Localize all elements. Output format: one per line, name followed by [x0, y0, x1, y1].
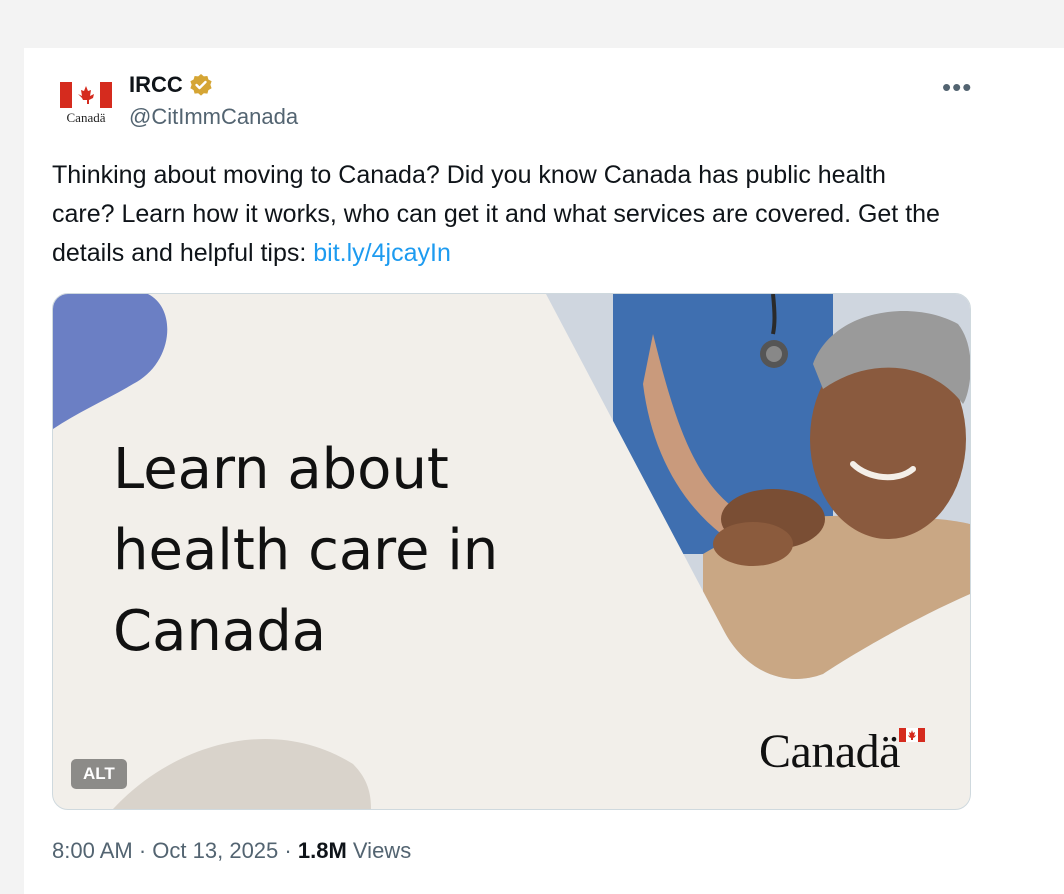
tweet-time[interactable]: 8:00 AM [52, 838, 133, 863]
tweet-card[interactable]: Canadä IRCC @CitImmCanada ••• Thinking a… [24, 48, 1064, 894]
accent-shape [53, 294, 168, 429]
avatar-caption: Canadä [66, 110, 106, 125]
canada-wordmark: Canadä [759, 725, 900, 778]
headline-line-3: Canada [113, 599, 327, 664]
account-name[interactable]: IRCC [129, 72, 183, 98]
account-handle[interactable]: @CitImmCanada [129, 104, 298, 130]
meta-separator: · [284, 838, 298, 863]
media-headline: Learn about health care in Canada [113, 429, 533, 672]
views-count: 1.8M [297, 838, 347, 863]
headline-line-1: Learn about [113, 437, 449, 502]
views-label: Views [352, 838, 412, 863]
avatar[interactable]: Canadä [58, 78, 114, 128]
tweet-media-image[interactable]: Learn about health care in Canada Canadä… [52, 293, 971, 810]
headline-line-2: health care in [113, 518, 499, 583]
verified-badge-icon [190, 74, 212, 96]
tweet-body: Thinking about moving to Canada? Did you… [52, 161, 940, 267]
decorative-shape [113, 738, 371, 809]
tweet-text: Thinking about moving to Canada? Did you… [52, 156, 952, 273]
tweet-date[interactable]: Oct 13, 2025 [152, 838, 278, 863]
alt-badge-button[interactable]: ALT [71, 759, 127, 789]
wordmark-flag-icon [899, 728, 925, 742]
tweet-link[interactable]: bit.ly/4jcayIn [313, 239, 451, 267]
meta-separator: · [138, 838, 153, 863]
account-name-row[interactable]: IRCC [129, 72, 213, 98]
more-icon[interactable]: ••• [942, 72, 972, 103]
tweet-meta: 8:00 AM · Oct 13, 2025 · 1.8M Views [52, 838, 411, 864]
